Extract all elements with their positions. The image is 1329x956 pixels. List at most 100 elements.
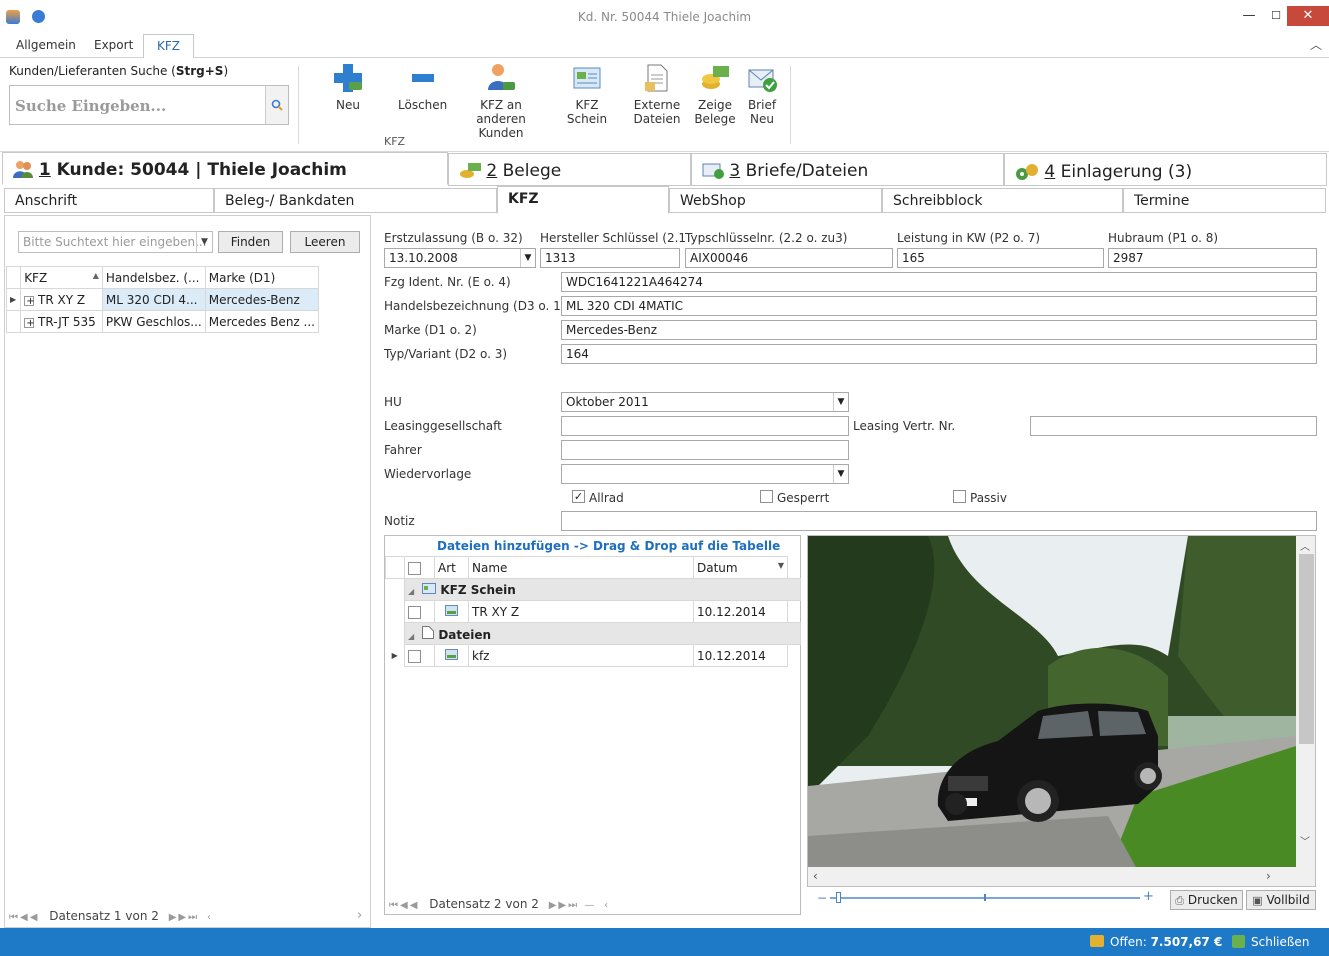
tab-einlagerung[interactable]: 4 Einlagerung (3)	[1004, 153, 1327, 186]
table-row[interactable]: + TR-JT 535 PKW Geschlos... Mercedes Ben…	[5, 310, 320, 333]
new-letter-button[interactable]: Brief Neu	[742, 62, 782, 126]
scroll-left-icon[interactable]: ‹	[207, 912, 213, 923]
table-row[interactable]: ▶ + TR XY Z ML 320 CDI 4... Mercedes-Ben…	[5, 288, 320, 311]
column-header-kfz[interactable]: KFZ ▲	[20, 266, 103, 289]
column-header-datum[interactable]: Datum ▼	[693, 556, 788, 579]
hersteller-field[interactable]: 1313	[540, 248, 680, 268]
table-row[interactable]: ▶ kfz 10.12.2014	[386, 644, 801, 667]
external-files-button[interactable]: Externe Dateien	[630, 62, 684, 126]
column-header-name[interactable]: Name	[468, 556, 694, 579]
minimize-button[interactable]: —	[1236, 6, 1262, 26]
ribbon-tab-allgemein[interactable]: Allgemein	[16, 38, 76, 52]
search-icon[interactable]	[265, 86, 288, 124]
scroll-up-icon[interactable]: ︿	[1300, 538, 1310, 553]
nav-first-icon[interactable]: ⏮◀◀	[389, 900, 419, 911]
row-checkbox[interactable]	[408, 649, 421, 663]
label-leasing: Leasinggesellschaft	[384, 419, 502, 433]
collapse-triangle-icon[interactable]: ◢	[408, 632, 414, 641]
scroll-right-icon[interactable]: ›	[1266, 869, 1271, 883]
customer-search-input[interactable]: Suche Eingeben...	[9, 85, 289, 125]
gesperrt-checkbox[interactable]	[760, 490, 773, 503]
subtab-schreibblock[interactable]: Schreibblock	[882, 188, 1123, 213]
find-button[interactable]: Finden	[218, 231, 283, 253]
fzg-ident-field[interactable]: WDC1641221A464274	[561, 272, 1317, 292]
hubraum-field[interactable]: 2987	[1108, 248, 1317, 268]
printer-icon: ⎙	[1175, 894, 1185, 907]
table-row[interactable]: TR XY Z 10.12.2014	[386, 600, 801, 623]
erstzulassung-field[interactable]: 13.10.2008 ▼	[384, 248, 536, 268]
nav-next-icon[interactable]: ▶▶⏭ —	[549, 900, 597, 911]
scroll-left-icon[interactable]: ‹	[813, 869, 818, 883]
scroll-left-icon[interactable]: ‹	[604, 900, 610, 911]
group-row-dateien[interactable]: ◢ Dateien	[385, 622, 801, 645]
wiedervorlage-select[interactable]: ▼	[561, 464, 849, 484]
leasing-nr-field[interactable]	[1030, 416, 1317, 436]
person-car-icon	[488, 64, 515, 90]
fahrer-field[interactable]	[561, 440, 849, 460]
zoom-slider[interactable]	[830, 892, 1140, 903]
open-amount: Offen: 7.507,67 €	[1110, 935, 1223, 949]
handelsbezeichnung-field[interactable]: ML 320 CDI 4MATIC	[561, 296, 1317, 316]
tab-kunde[interactable]: 1 Kunde: 50044 | Thiele Joachim	[2, 152, 448, 185]
subtab-kfz[interactable]: KFZ	[497, 186, 669, 214]
hu-select[interactable]: Oktober 2011 ▼	[561, 392, 849, 412]
row-indicator: ▶	[5, 288, 22, 311]
chevron-down-icon[interactable]: ▼	[833, 465, 848, 483]
column-header-art[interactable]: Art	[434, 556, 469, 579]
expand-icon[interactable]: +	[24, 317, 35, 328]
scroll-down-icon[interactable]: ﹀	[1300, 833, 1310, 848]
allrad-checkbox[interactable]: ✓	[572, 490, 585, 503]
subtab-termine[interactable]: Termine	[1123, 188, 1326, 213]
fullscreen-button[interactable]: ▣ Vollbild	[1246, 890, 1316, 910]
passiv-checkbox[interactable]	[953, 490, 966, 503]
delete-button[interactable]: Löschen	[398, 62, 447, 112]
ribbon-tab-kfz[interactable]: KFZ	[143, 34, 194, 59]
nav-first-icon[interactable]: ⏮◀◀	[9, 912, 39, 923]
nav-next-icon[interactable]: ▶▶⏭	[169, 912, 199, 923]
external-file-icon	[645, 64, 668, 92]
vehicle-search-input[interactable]: Bitte Suchtext hier eingeben... ▼	[18, 231, 213, 253]
maximize-button[interactable]: ☐	[1263, 6, 1289, 26]
chevron-down-icon[interactable]: ▼	[520, 249, 535, 267]
clear-button[interactable]: Leeren	[290, 231, 360, 253]
vehicle-list-pane: Bitte Suchtext hier eingeben... ▼ Finden…	[4, 215, 371, 928]
files-pane: Dateien hinzufügen -> Drag & Drop auf di…	[384, 535, 801, 915]
show-receipts-button[interactable]: Zeige Belege	[692, 62, 738, 126]
move-kfz-button[interactable]: KFZ an anderen Kunden	[455, 62, 547, 140]
leistung-field[interactable]: 165	[897, 248, 1104, 268]
expand-icon[interactable]: +	[24, 295, 35, 306]
chevron-down-icon[interactable]: ▼	[833, 393, 848, 411]
kfz-schein-button[interactable]: KFZ Schein	[554, 62, 620, 126]
tab-belege[interactable]: 2 Belege	[448, 153, 691, 186]
chevron-down-icon[interactable]: ▼	[196, 232, 212, 252]
zoom-out-icon[interactable]: −	[817, 891, 827, 905]
collapse-triangle-icon[interactable]: ◢	[408, 587, 414, 596]
tires-icon	[1016, 164, 1038, 180]
close-window-button[interactable]: ✕	[1287, 6, 1329, 26]
scroll-right-icon[interactable]: ›	[357, 908, 362, 923]
zoom-slider-thumb[interactable]	[836, 892, 841, 903]
subtab-webshop[interactable]: WebShop	[669, 188, 882, 213]
tab-briefe[interactable]: 3 Briefe/Dateien	[691, 153, 1004, 186]
print-button[interactable]: ⎙ Drucken	[1170, 890, 1243, 910]
label-handelsbezeichnung: Handelsbezeichnung (D3 o. 1)	[384, 299, 566, 313]
typschluessel-field[interactable]: AIX00046	[685, 248, 893, 268]
ribbon-tab-export[interactable]: Export	[94, 38, 133, 52]
row-checkbox[interactable]	[408, 605, 421, 619]
subtab-beleg-bankdaten[interactable]: Beleg-/ Bankdaten	[214, 188, 497, 213]
column-header-handelsbez[interactable]: Handelsbez. (...	[101, 266, 206, 289]
column-header-marke[interactable]: Marke (D1)	[204, 266, 320, 289]
leasing-field[interactable]	[561, 416, 849, 436]
table-header: Art Name Datum ▼	[385, 556, 801, 579]
close-app-button[interactable]: Schließen	[1251, 935, 1309, 949]
zoom-in-icon[interactable]: +	[1143, 889, 1154, 904]
ribbon-collapse-icon[interactable]: ︿	[1310, 36, 1322, 53]
new-button[interactable]: Neu	[328, 62, 368, 112]
typ-variant-field[interactable]: 164	[561, 344, 1317, 364]
label-fzg-ident: Fzg Ident. Nr. (E o. 4)	[384, 275, 511, 289]
select-all-checkbox[interactable]	[408, 561, 421, 575]
group-row-kfz-schein[interactable]: ◢ KFZ Schein	[385, 578, 801, 601]
subtab-anschrift[interactable]: Anschrift	[4, 188, 214, 213]
notiz-field[interactable]	[561, 511, 1317, 531]
marke-field[interactable]: Mercedes-Benz	[561, 320, 1317, 340]
